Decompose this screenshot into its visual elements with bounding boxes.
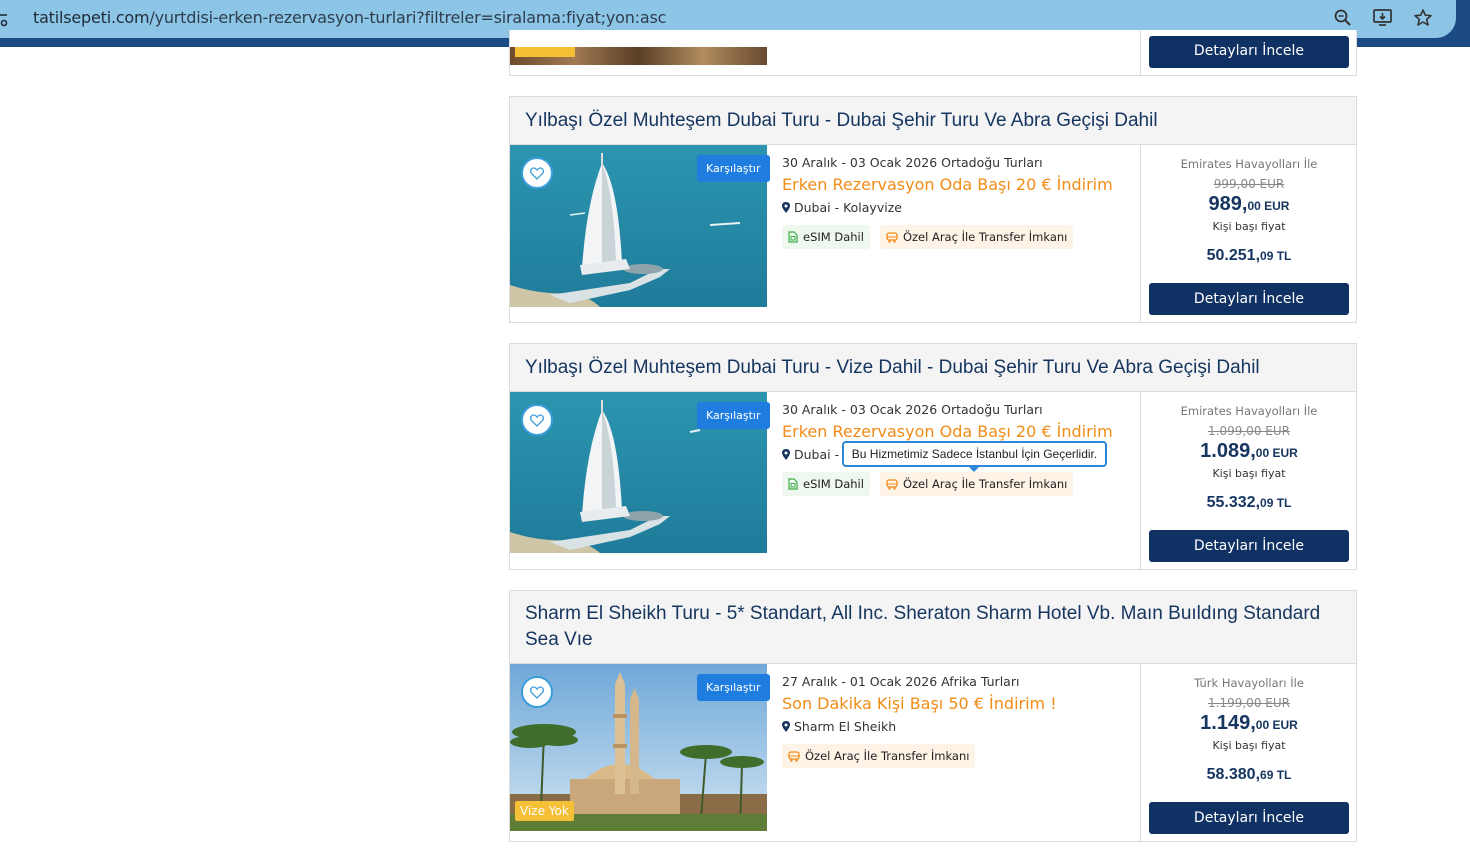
url-host: tatilsepeti.com [33,8,150,27]
price-tl: 50.251,09 TL [1206,247,1292,264]
zoom-icon[interactable] [1332,7,1354,29]
price-eur: 1.149,00 EUR [1200,712,1298,734]
location-text: Dubai - [794,447,840,462]
transfer-tag: Özel Araç İle Transfer İmkanı [879,225,1074,249]
per-person-label: Kişi başı fiyat [1212,739,1286,752]
airline: Türk Havayolları İle [1194,676,1304,690]
url-path: /yurtdisi-erken-rezervasyon-turlari?filt… [149,8,667,27]
price-tl: 55.332,09 TL [1206,494,1292,511]
sim-card-icon [788,478,798,490]
location-text: Sharm El Sheikh [794,719,897,734]
old-price: 999,00 EUR [1213,177,1285,191]
location-text: Dubai - Kolayvize [794,200,902,215]
tour-image [510,47,767,65]
compare-button[interactable]: Karşılaştır [697,674,770,701]
transfer-tag: Özel Araç İle Transfer İmkanı [782,744,976,768]
no-visa-badge: Vize Yok [515,801,574,821]
transfer-tooltip: Bu Hizmetimiz Sadece İstanbul İçin Geçer… [842,441,1107,472]
location: Sharm El Sheikh [782,719,1122,734]
details-button[interactable]: Detayları İncele [1149,802,1349,834]
price-eur: 989,00 EUR [1208,193,1290,215]
tour-card-partial: Detayları İncele [509,30,1357,76]
map-pin-icon [782,721,790,732]
card-header: Yılbaşı Özel Muhteşem Dubai Turu - Vize … [510,344,1356,392]
tour-date: 27 Aralık - 01 Ocak 2026 Afrika Turları [782,674,1020,689]
bookmark-star-icon[interactable] [1412,7,1434,29]
transfer-tag[interactable]: Özel Araç İle Transfer İmkanı [879,472,1074,496]
tour-title[interactable]: Yılbaşı Özel Muhteşem Dubai Turu - Dubai… [525,108,1158,134]
details-button[interactable]: Detayları İncele [1149,530,1349,562]
tour-card: Yılbaşı Özel Muhteşem Dubai Turu - Dubai… [509,96,1357,323]
vehicle-icon [886,478,898,490]
favorite-heart-icon[interactable] [521,404,553,436]
tour-title[interactable]: Yılbaşı Özel Muhteşem Dubai Turu - Vize … [525,355,1260,381]
airline: Emirates Havayolları İle [1180,157,1318,171]
vehicle-icon [788,750,800,762]
card-header: Yılbaşı Özel Muhteşem Dubai Turu - Dubai… [510,97,1356,145]
esim-tag: eSIM Dahil [782,472,870,496]
airline: Emirates Havayolları İle [1180,404,1318,418]
price-eur: 1.089,00 EUR [1200,440,1298,462]
price-tl: 58.380,69 TL [1206,766,1292,783]
promo-text: Son Dakika Kişi Başı 50 € İndirim ! [782,694,1057,713]
old-price: 1.199,00 EUR [1208,696,1290,710]
per-person-label: Kişi başı fiyat [1212,467,1286,480]
card-header: Sharm El Sheikh Turu - 5* Standart, All … [510,591,1356,664]
tour-date: 30 Aralık - 03 Ocak 2026 Ortadoğu Turlar… [782,155,1043,170]
details-button[interactable]: Detayları İncele [1149,283,1349,315]
favorite-heart-icon[interactable] [521,676,553,708]
location: Dubai - Kolayvize [782,200,1122,215]
promo-text: Erken Rezervasyon Oda Başı 20 € İndirim [782,175,1113,194]
map-pin-icon [782,449,790,460]
old-price: 1.099,00 EUR [1208,424,1290,438]
map-pin-icon [782,202,790,213]
compare-button[interactable]: Karşılaştır [697,155,770,182]
vehicle-icon [886,231,898,243]
sim-card-icon [788,231,798,243]
details-button[interactable]: Detayları İncele [1149,36,1349,68]
install-app-icon[interactable] [1372,7,1394,29]
compare-button[interactable]: Karşılaştır [697,402,770,429]
per-person-label: Kişi başı fiyat [1212,220,1286,233]
promo-text: Erken Rezervasyon Oda Başı 20 € İndirim [782,422,1113,441]
site-settings-icon[interactable] [0,9,10,29]
tour-card: Sharm El Sheikh Turu - 5* Standart, All … [509,590,1357,842]
esim-tag: eSIM Dahil [782,225,870,249]
tour-title[interactable]: Sharm El Sheikh Turu - 5* Standart, All … [525,601,1341,653]
favorite-heart-icon[interactable] [521,157,553,189]
tour-date: 30 Aralık - 03 Ocak 2026 Ortadoğu Turlar… [782,402,1043,417]
url-text[interactable]: tatilsepeti.com/yurtdisi-erken-rezervasy… [33,8,666,27]
